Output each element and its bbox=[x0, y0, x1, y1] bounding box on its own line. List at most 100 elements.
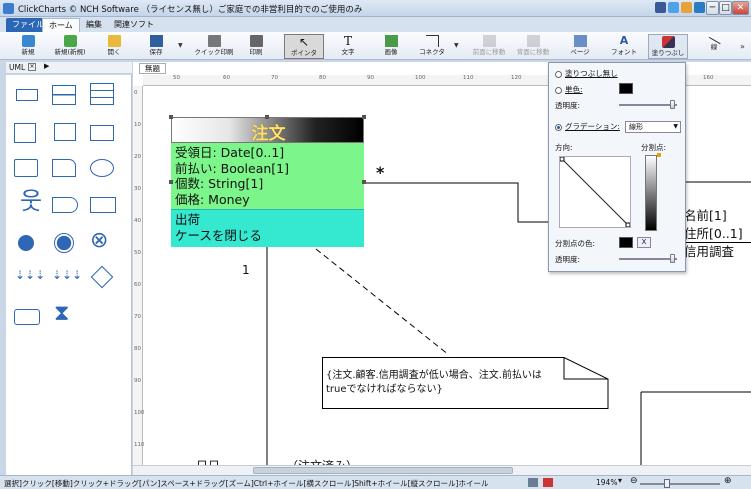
gradient-type-select[interactable]: 線形 ▼ bbox=[625, 121, 681, 133]
order-class-box[interactable]: 注文 受領日: Date[0..1] 前払い: Boolean[1] 個数: S… bbox=[169, 115, 366, 247]
rounded-rectangle-shape-icon[interactable] bbox=[14, 309, 40, 325]
fork-shape-icon[interactable]: ⇣⇣⇣ bbox=[15, 269, 45, 281]
frame-shape-icon[interactable] bbox=[14, 159, 38, 177]
send-backward-button[interactable]: 背面に移動 bbox=[512, 34, 554, 59]
minimize-button[interactable]: ─ bbox=[706, 1, 719, 15]
transparency-slider-thumb[interactable] bbox=[670, 100, 675, 109]
record-icon[interactable] bbox=[543, 478, 553, 487]
ellipse-shape-icon[interactable] bbox=[90, 159, 114, 177]
shape-library-title[interactable]: UML bbox=[9, 63, 25, 72]
tab-edit[interactable]: 編集 bbox=[80, 18, 108, 32]
ruler-h-label: 60 bbox=[223, 75, 230, 81]
fill-button[interactable]: 塗りつぶし bbox=[648, 34, 688, 59]
split-transparency-slider[interactable] bbox=[619, 258, 677, 260]
constraint-note[interactable]: {注文.顧客.信用調査が低い場合、注文.前払いはtrueでなければならない} bbox=[322, 357, 609, 409]
print-button[interactable]: 印刷 bbox=[238, 34, 274, 59]
component-shape-icon[interactable] bbox=[54, 123, 76, 141]
grid-toggle-icon[interactable] bbox=[528, 478, 538, 487]
ribbon-expand-icon[interactable]: » bbox=[740, 42, 745, 51]
close-button[interactable]: ✕ bbox=[732, 1, 749, 15]
gradient-direction-box[interactable] bbox=[559, 156, 631, 228]
remove-split-button[interactable]: X bbox=[637, 237, 651, 248]
zoom-slider-thumb[interactable] bbox=[664, 479, 670, 488]
close-library-icon[interactable]: × bbox=[28, 63, 36, 71]
split-point-marker[interactable] bbox=[657, 153, 661, 157]
new-from-template-button[interactable]: 新規(新規) bbox=[50, 34, 90, 59]
note-shape-icon[interactable] bbox=[14, 123, 36, 143]
facebook-icon[interactable] bbox=[655, 2, 666, 13]
line-button[interactable]: 線 bbox=[696, 34, 732, 59]
save-button[interactable]: 保存 bbox=[138, 34, 174, 59]
text-button[interactable]: T 文字 bbox=[330, 34, 366, 59]
resize-handle[interactable] bbox=[362, 115, 366, 119]
hourglass-shape-icon[interactable]: ⧗ bbox=[54, 303, 69, 325]
resize-handle[interactable] bbox=[362, 180, 366, 184]
gradient-radio[interactable] bbox=[555, 123, 562, 131]
zoom-dropdown-icon[interactable]: ▾ bbox=[618, 476, 622, 485]
rectangle-shape-icon[interactable] bbox=[16, 89, 38, 101]
operation-row: ケースを閉じる bbox=[175, 228, 262, 243]
document-shape-icon[interactable] bbox=[52, 159, 76, 177]
page-button[interactable]: ページ bbox=[562, 34, 598, 59]
linkedin-icon[interactable] bbox=[694, 2, 705, 13]
attribute-row: 名前[1] bbox=[684, 208, 727, 223]
process-shape-icon[interactable] bbox=[52, 197, 78, 213]
text-tool-icon: T bbox=[343, 34, 352, 48]
join-shape-icon[interactable]: ⇣⇣⇣ bbox=[52, 269, 82, 281]
shape-library-header: UML × ▶ bbox=[6, 62, 132, 74]
connector-button[interactable]: コネクタ bbox=[414, 34, 450, 59]
gradient-option[interactable]: グラデーション: bbox=[555, 121, 620, 132]
banner-shape-icon[interactable] bbox=[90, 197, 116, 213]
twitter-icon[interactable] bbox=[668, 2, 679, 13]
document-tab[interactable]: 無題 bbox=[139, 63, 166, 74]
resize-handle[interactable] bbox=[169, 180, 173, 184]
tab-home[interactable]: ホーム bbox=[42, 18, 80, 32]
package-shape-icon[interactable] bbox=[90, 125, 114, 141]
split-transparency-slider-thumb[interactable] bbox=[670, 254, 675, 263]
cross-circle-shape-icon[interactable]: ⊗ bbox=[90, 230, 108, 252]
split-color-swatch[interactable] bbox=[619, 237, 633, 248]
ruler-h-label: 70 bbox=[271, 75, 278, 81]
resize-handle[interactable] bbox=[265, 115, 269, 119]
font-button[interactable]: A フォント bbox=[606, 34, 642, 59]
app-logo-icon bbox=[3, 3, 14, 14]
horizontal-scrollbar[interactable] bbox=[133, 465, 751, 475]
single-color-swatch[interactable] bbox=[619, 83, 633, 94]
filled-circle-shape-icon[interactable] bbox=[18, 235, 34, 251]
library-menu-arrow-icon[interactable]: ▶ bbox=[44, 62, 49, 70]
ruler-v-label: 110 bbox=[134, 442, 145, 448]
new-button[interactable]: 新規 bbox=[10, 34, 46, 59]
ring-shape-icon[interactable] bbox=[54, 233, 74, 253]
zoom-out-icon[interactable]: ⊖ bbox=[630, 476, 638, 486]
open-button[interactable]: 開く bbox=[96, 34, 132, 59]
actor-shape-icon[interactable]: 웃 bbox=[20, 189, 42, 213]
quick-print-button[interactable]: クイック印刷 bbox=[193, 34, 235, 59]
bring-forward-button[interactable]: 前面に移動 bbox=[468, 34, 510, 59]
ruler-h-label: 110 bbox=[463, 75, 474, 81]
connector-dropdown-icon[interactable]: ▼ bbox=[454, 42, 459, 49]
gradient-split-bar[interactable] bbox=[645, 155, 657, 231]
tab-related-software[interactable]: 関連ソフト bbox=[108, 18, 160, 32]
zoom-slider[interactable] bbox=[640, 483, 720, 485]
table-3-shape-icon[interactable] bbox=[90, 83, 114, 105]
table-2-shape-icon[interactable] bbox=[52, 85, 76, 105]
save-dropdown-icon[interactable]: ▼ bbox=[178, 42, 183, 49]
attribute-row: 住所[0..1] bbox=[684, 225, 743, 241]
customer-class-fragment[interactable]: 名前[1] 住所[0..1] 信用調査 bbox=[684, 207, 751, 261]
no-fill-radio[interactable] bbox=[555, 70, 562, 78]
zoom-in-icon[interactable]: ⊕ bbox=[724, 476, 732, 486]
pointer-button[interactable]: ↖ ポインタ bbox=[284, 34, 324, 59]
title-bar: ClickCharts © NCH Software （ライセンス無し）ご家庭で… bbox=[0, 0, 751, 17]
no-fill-option[interactable]: 塗りつぶし無し bbox=[555, 68, 618, 79]
ribbon-toolbar: 新規 新規(新規) 開く 保存 ▼ クイック印刷 印刷 ↖ ポインタ T 文字 画像… bbox=[0, 32, 751, 60]
ruler-v-label: 40 bbox=[134, 218, 141, 224]
decision-shape-icon[interactable] bbox=[90, 265, 114, 289]
resize-handle[interactable] bbox=[169, 115, 173, 119]
single-color-radio[interactable] bbox=[555, 86, 562, 94]
image-button[interactable]: 画像 bbox=[373, 34, 409, 59]
transparency-slider[interactable] bbox=[619, 104, 677, 106]
maximize-button[interactable]: □ bbox=[719, 1, 732, 15]
single-color-option[interactable]: 単色: bbox=[555, 84, 583, 95]
horizontal-scrollbar-thumb[interactable] bbox=[253, 467, 513, 474]
feedback-icon[interactable] bbox=[681, 2, 692, 13]
